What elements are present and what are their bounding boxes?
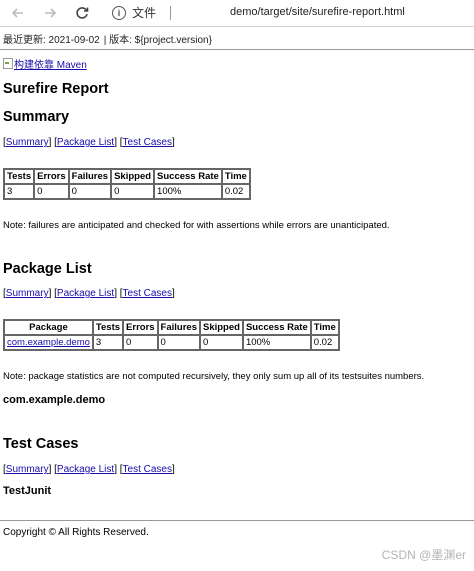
banner: 最近更新: 2021-09-02 | 版本: ${project.version… [0,27,474,50]
table-cell: 100% [242,335,311,350]
test-cases-heading: Test Cases [3,436,79,452]
nav-test-cases-link[interactable]: Test Cases [123,464,172,475]
column-header: Time [310,320,339,335]
maven-logo-link[interactable]: 构建依靠 Maven [3,56,474,71]
info-icon: i [112,5,126,20]
package-subheading: com.example.demo [3,394,106,406]
column-header: Skipped [199,320,243,335]
table-cell: 0 [123,335,158,350]
column-header: Tests [92,320,124,335]
nav-test-cases-link[interactable]: Test Cases [123,288,172,299]
page-title: Surefire Report [3,81,109,97]
nav-summary-link[interactable]: Summary [6,137,49,148]
column-header: Errors [123,320,158,335]
summary-nav: [Summary] [Package List] [Test Cases] [3,137,175,148]
table-cell: 0 [111,184,155,199]
broken-image-icon [3,58,13,69]
column-header: Package [4,320,93,335]
column-header: Skipped [111,169,155,184]
summary-table: Tests Errors Failures Skipped Success Ra… [3,168,251,200]
package-list-nav: [Summary] [Package List] [Test Cases] [3,288,175,299]
footer-copyright: Copyright © All Rights Reserved. [3,527,149,538]
table-cell: 3 [4,184,35,199]
table-header-row: Package Tests Errors Failures Skipped Su… [4,320,339,335]
nav-package-list-link[interactable]: Package List [57,137,114,148]
column-header: Failures [157,320,200,335]
table-row: 3 0 0 0 100% 0.02 [4,184,250,199]
column-header: Failures [68,169,112,184]
column-header: Time [221,169,250,184]
table-row: com.example.demo 3 0 0 0 100% 0.02 [4,335,339,350]
footer-divider [0,520,474,521]
report-content: 构建依靠 Maven Surefire Report Summary [Summ… [0,56,474,497]
table-cell: com.example.demo [4,335,93,350]
summary-heading: Summary [3,109,70,125]
package-note: Note: package statistics are not compute… [3,371,425,382]
summary-note: Note: failures are anticipated and check… [3,220,390,231]
nav-package-list-link[interactable]: Package List [57,288,114,299]
table-cell: 0 [34,184,69,199]
package-list-heading: Package List [3,261,92,277]
browser-toolbar: i 文件 demo/target/site/surefire-report.ht… [0,0,474,27]
table-cell: 0.02 [221,184,250,199]
package-table: Package Tests Errors Failures Skipped Su… [3,319,340,351]
table-cell: 0 [157,335,200,350]
nav-summary-link[interactable]: Summary [6,288,49,299]
column-header: Success Rate [154,169,222,184]
forward-arrow-icon[interactable] [41,4,59,22]
test-class-heading: TestJunit [3,485,52,497]
table-cell: 100% [154,184,222,199]
back-arrow-icon[interactable] [9,4,27,22]
reload-icon[interactable] [73,4,91,22]
table-cell: 0 [68,184,112,199]
last-updated: 最近更新: 2021-09-02 [3,34,100,46]
column-header: Errors [34,169,69,184]
nav-summary-link[interactable]: Summary [6,464,49,475]
test-cases-nav: [Summary] [Package List] [Test Cases] [3,464,175,475]
table-header-row: Tests Errors Failures Skipped Success Ra… [4,169,250,184]
table-cell: 3 [92,335,124,350]
column-header: Success Rate [242,320,311,335]
address-bar-url[interactable]: demo/target/site/surefire-report.html [230,6,405,18]
maven-logo-alt[interactable]: 构建依靠 Maven [14,56,87,71]
table-cell: 0.02 [310,335,339,350]
site-info[interactable]: i 文件 [112,4,172,21]
package-link[interactable]: com.example.demo [7,337,90,348]
column-header: Tests [4,169,35,184]
nav-test-cases-link[interactable]: Test Cases [123,137,172,148]
nav-package-list-link[interactable]: Package List [57,464,114,475]
address-divider [170,5,172,20]
site-info-label: 文件 [132,6,157,20]
table-cell: 0 [199,335,243,350]
watermark: CSDN @墨渊er [381,548,466,562]
project-version: | 版本: ${project.version} [103,34,212,46]
